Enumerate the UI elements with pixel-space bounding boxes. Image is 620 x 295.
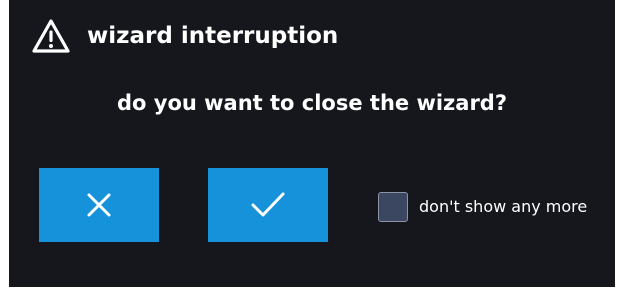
dont-show-label[interactable]: don't show any more — [419, 196, 587, 218]
dialog-title: wizard interruption — [87, 23, 339, 49]
cancel-button[interactable] — [39, 168, 159, 242]
dialog-message: do you want to close the wizard? — [116, 91, 508, 115]
wizard-interruption-dialog: wizard interruption do you want to close… — [9, 0, 615, 287]
dont-show-checkbox[interactable] — [378, 192, 408, 222]
warning-icon — [31, 18, 71, 54]
confirm-button[interactable] — [208, 168, 328, 242]
